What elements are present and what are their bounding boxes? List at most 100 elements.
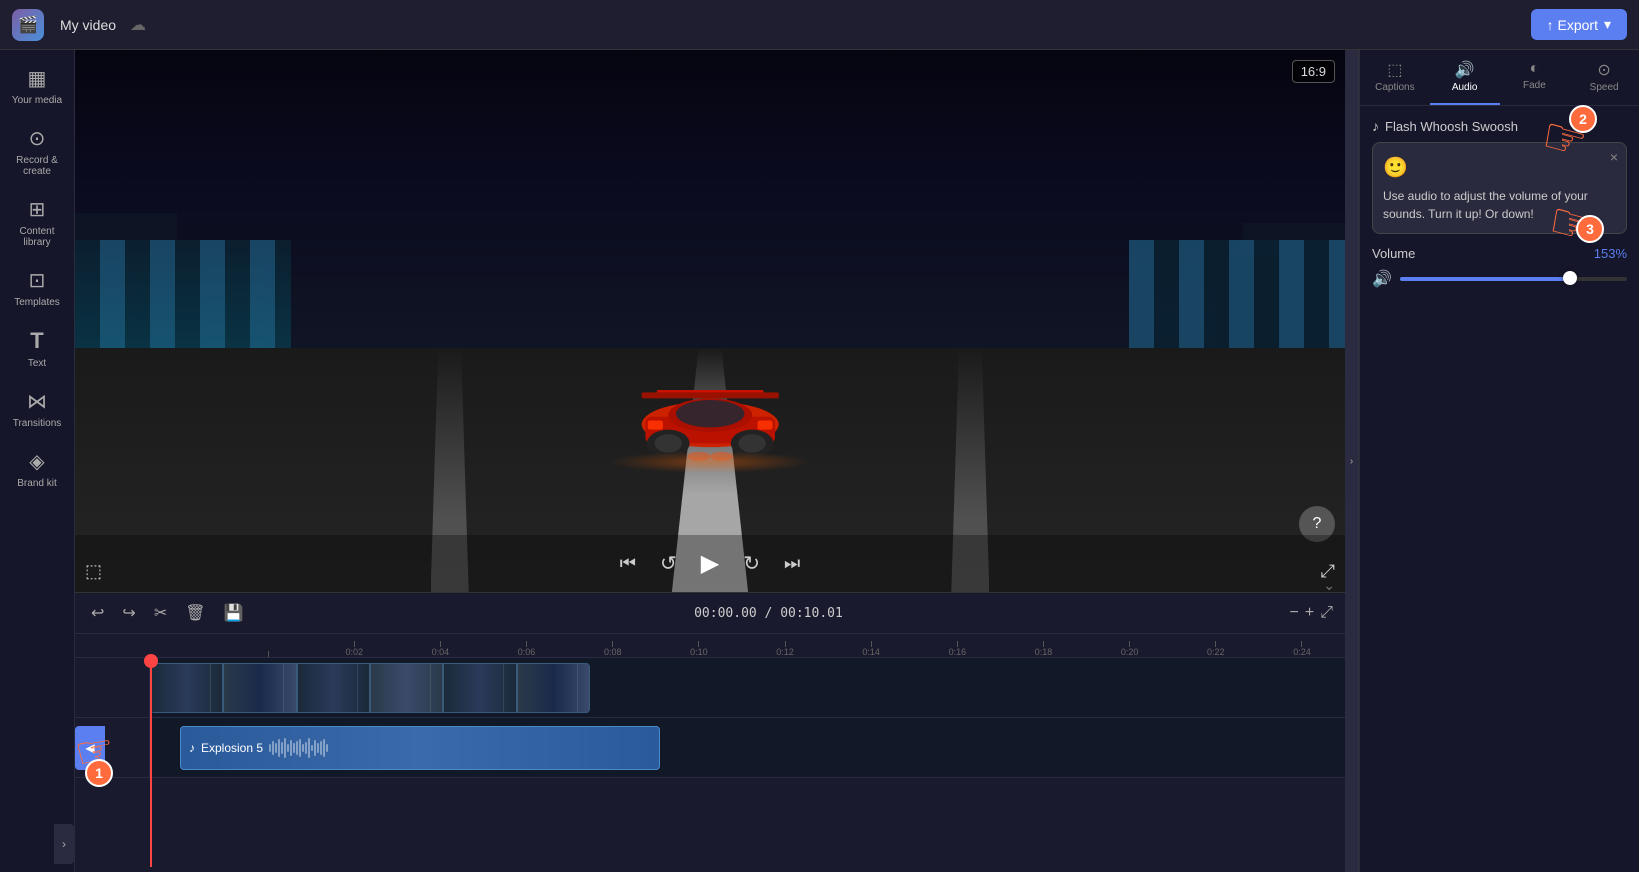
left-sidebar: ▦ Your media ⊙ Record & create ⊞ Content…	[0, 50, 75, 872]
sidebar-item-your-media[interactable]: ▦ Your media	[3, 58, 71, 114]
wave-bar	[317, 743, 319, 753]
ruler-mark-7: 0:14	[828, 641, 914, 657]
video-clip[interactable]	[150, 663, 590, 713]
sidebar-item-record-create[interactable]: ⊙ Record & create	[3, 118, 71, 185]
audio-handle[interactable]: ◀	[75, 726, 105, 770]
audio-tab-label: Audio	[1452, 82, 1478, 93]
car-glow	[608, 451, 811, 473]
playhead[interactable]	[150, 658, 152, 867]
ruler-mark-12: 0:24	[1259, 641, 1345, 657]
fit-to-screen-button[interactable]: ⤢	[1320, 604, 1333, 622]
panel-expand-button[interactable]: ›	[1345, 50, 1359, 872]
tab-speed[interactable]: ⊙ Speed	[1569, 50, 1639, 105]
volume-thumb[interactable]	[1563, 271, 1577, 285]
tab-fade[interactable]: ◐ Fade	[1500, 50, 1570, 105]
zoom-in-button[interactable]: +	[1305, 604, 1314, 622]
content-icon: ⊞	[29, 197, 46, 222]
aspect-ratio-badge[interactable]: 16:9	[1292, 60, 1335, 83]
video-track-content[interactable]	[150, 658, 1345, 717]
timeline-time-display: 00:00.00 / 00:10.01	[257, 606, 1279, 621]
tooltip-emoji: 🙂	[1383, 153, 1616, 183]
play-button[interactable]: ▶	[697, 545, 723, 582]
sidebar-item-content-library[interactable]: ⊞ Content library	[3, 189, 71, 256]
skip-back-button[interactable]: ⏮	[616, 549, 640, 578]
audio-clip[interactable]: ♪ Explosion 5	[180, 726, 660, 770]
project-name[interactable]: My video	[60, 17, 116, 33]
fast-forward-button[interactable]: ↻	[739, 547, 764, 580]
redo-button[interactable]: ↪	[118, 601, 139, 625]
wave-bar	[326, 744, 328, 752]
play-icon: ▶	[701, 550, 719, 577]
delete-button[interactable]: 🗑	[181, 601, 209, 625]
captions-tab-icon: ⬚	[1387, 60, 1402, 80]
rewind-button[interactable]: ↺	[656, 547, 681, 580]
templates-icon: ⊡	[29, 268, 46, 293]
sidebar-expand-button[interactable]: ›	[54, 824, 74, 864]
sidebar-label-brand-kit: Brand kit	[17, 478, 56, 489]
sidebar-item-text[interactable]: T Text	[3, 320, 71, 377]
rewind-icon: ↺	[660, 553, 677, 575]
main-area: ▦ Your media ⊙ Record & create ⊞ Content…	[0, 50, 1639, 872]
volume-slider[interactable]	[1400, 277, 1627, 281]
speed-tab-icon: ⊙	[1597, 60, 1610, 80]
sidebar-item-transitions[interactable]: ⋈ Transitions	[3, 381, 71, 437]
ruler-mark-2: 0:04	[397, 641, 483, 657]
audio-handle-icon: ◀	[85, 741, 94, 755]
audio-tab-icon: 🔊	[1455, 60, 1475, 80]
timeline-tracks: ◀ ♪ Explosion 5	[75, 658, 1345, 797]
wave-bar	[290, 740, 292, 756]
playhead-head	[144, 654, 158, 668]
skip-forward-icon: ⏭	[784, 553, 800, 573]
zoom-out-button[interactable]: −	[1290, 604, 1299, 622]
clip-thumb-6	[517, 663, 590, 713]
speed-tab-label: Speed	[1590, 82, 1619, 93]
wave-bar	[308, 738, 310, 758]
tab-captions[interactable]: ⬚ Captions	[1360, 50, 1430, 105]
clip-thumb-1	[150, 663, 223, 713]
fade-tab-icon: ◐	[1530, 60, 1540, 78]
app-logo: 🎬	[12, 9, 44, 41]
ruler-mark-4: 0:08	[570, 641, 656, 657]
wave-bar	[275, 743, 277, 753]
audio-track-content[interactable]: ♪ Explosion 5	[150, 718, 1345, 777]
fade-tab-label: Fade	[1523, 80, 1546, 91]
timeline-toolbar: ↩ ↪ ✂ 🗑 💾 00:00.00 / 00:10.01 − + ⤢	[75, 593, 1345, 634]
ruler-mark-8: 0:16	[914, 641, 1000, 657]
save-button[interactable]: 💾	[220, 601, 248, 625]
wave-bar	[299, 739, 301, 757]
audio-track-label: ◀	[75, 718, 150, 777]
zoom-controls: − + ⤢	[1290, 604, 1334, 622]
wave-bar	[323, 739, 325, 757]
video-controls-bar: ⬚ ⏮ ↺ ▶ ↻ ⏭ ⤢	[75, 535, 1345, 592]
ruler-mark-3: 0:06	[483, 641, 569, 657]
timeline-area: ↩ ↪ ✂ 🗑 💾 00:00.00 / 00:10.01 − + ⤢ 0:02	[75, 592, 1345, 872]
timeline-ruler: 0:02 0:04 0:06 0:08 0:10 0:12 0:14 0:16 …	[75, 634, 1345, 658]
aspect-ratio-text: 16:9	[1301, 64, 1326, 79]
captions-tab-label: Captions	[1375, 82, 1414, 93]
video-preview: 16:9 ? ⌄ ⬚ ⏮ ↺ ▶	[75, 50, 1345, 592]
help-icon: ?	[1313, 515, 1322, 533]
sidebar-item-brand-kit[interactable]: ◈ Brand kit	[3, 441, 71, 497]
tooltip-close-button[interactable]: ×	[1610, 149, 1618, 165]
sidebar-label-record-create: Record & create	[7, 155, 67, 177]
sidebar-item-templates[interactable]: ⊡ Templates	[3, 260, 71, 316]
undo-button[interactable]: ↩	[87, 601, 108, 625]
panel-title-text: Flash Whoosh Swoosh	[1385, 119, 1518, 134]
sidebar-label-transitions: Transitions	[13, 418, 62, 429]
export-button[interactable]: ↑ Export ▾	[1531, 9, 1627, 40]
audio-track-row: ◀ ♪ Explosion 5	[75, 718, 1345, 778]
tab-audio[interactable]: 🔊 Audio	[1430, 50, 1500, 105]
ruler-marks: 0:02 0:04 0:06 0:08 0:10 0:12 0:14 0:16 …	[225, 634, 1345, 657]
fullscreen-icon: ⤢	[1321, 561, 1335, 581]
panel-tabs: ⬚ Captions 🔊 Audio ◐ Fade ⊙ Speed	[1360, 50, 1639, 106]
captions-button[interactable]: ⬚	[85, 561, 102, 582]
skip-forward-button[interactable]: ⏭	[780, 549, 804, 578]
cut-button[interactable]: ✂	[150, 601, 171, 625]
fullscreen-button[interactable]: ⤢	[1321, 561, 1335, 582]
sidebar-label-content-library: Content library	[7, 226, 67, 248]
clip-thumb-4	[370, 663, 443, 713]
wave-bar	[287, 744, 289, 752]
ruler-mark-10: 0:20	[1087, 641, 1173, 657]
wave-bar	[293, 743, 295, 753]
volume-label-row: Volume 153%	[1372, 246, 1627, 261]
